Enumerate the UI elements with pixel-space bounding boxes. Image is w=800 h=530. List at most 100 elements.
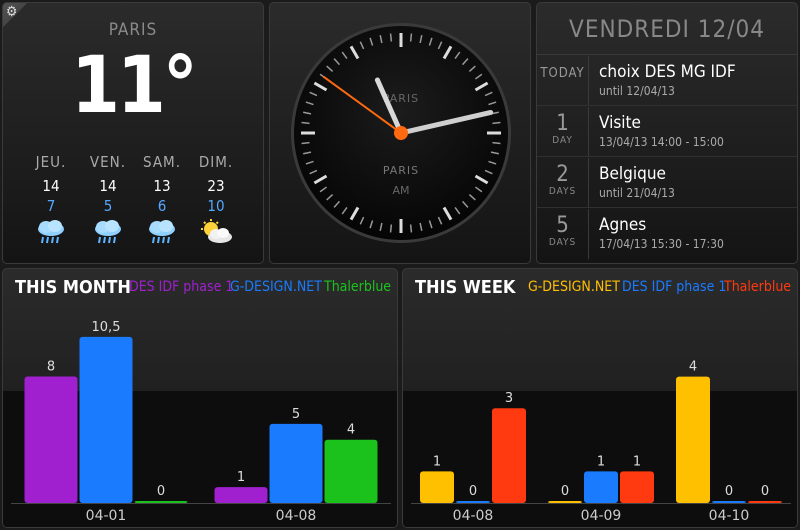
forecast-day-name: JEU. — [35, 153, 67, 171]
forecast-low: 10 — [207, 197, 225, 215]
category-label: 04-09 — [581, 508, 622, 524]
event-subtitle: until 21/04/13 — [599, 186, 675, 200]
agenda-date-header: VENDREDI 12/04 — [537, 3, 797, 55]
forecast-low: 6 — [157, 197, 167, 215]
forecast-high: 14 — [42, 177, 60, 195]
chart-bar — [420, 471, 454, 503]
event-count: 1 — [556, 111, 569, 136]
agenda-event[interactable]: 1 DAY Visite 13/04/13 14:00 - 15:00 — [537, 107, 797, 157]
forecast-high: 13 — [153, 177, 171, 195]
bar-value-label: 0 — [561, 484, 569, 499]
week-chart-header: THIS WEEK G-DESIGN.NET DES IDF phase 1 T… — [415, 277, 791, 301]
chart-bar — [269, 423, 323, 503]
chart-bar — [712, 501, 746, 503]
chart-bar — [456, 501, 490, 503]
event-title: Visite — [599, 113, 641, 133]
week-chart-panel: 1 0 3 04-08 0 1 1 04-09 4 0 0 04-10 THIS WEEK G-DES… — [402, 268, 798, 528]
chart-title: THIS WEEK — [415, 277, 516, 298]
event-count: 5 — [556, 213, 569, 238]
chart-bar — [748, 501, 782, 503]
clock-label-ampm: AM — [392, 184, 409, 197]
bar-value-label: 5 — [292, 407, 300, 422]
event-countdown: 1 DAY — [537, 107, 589, 156]
bar-value-label: 3 — [505, 391, 513, 406]
event-unit: DAYS — [548, 186, 577, 197]
rain-icon — [134, 219, 190, 244]
agenda-event[interactable]: 5 DAYS Agnes 17/04/13 15:30 - 17:30 — [537, 209, 797, 259]
agenda-event[interactable]: 2 DAYS Belgique until 21/04/13 — [537, 158, 797, 208]
chart-bar — [620, 471, 654, 503]
sun-cloud-icon — [188, 219, 244, 243]
current-temperature: 11° — [71, 41, 198, 131]
event-countdown: 2 DAYS — [537, 158, 589, 207]
rain-icon — [23, 219, 79, 244]
event-unit: DAY — [552, 135, 573, 146]
forecast-high: 23 — [207, 177, 225, 195]
clock-label-city: PARIS — [383, 164, 419, 177]
weather-city: PARIS — [108, 20, 158, 40]
chart-bar — [79, 336, 133, 503]
clock-tick — [492, 121, 501, 125]
event-subtitle: 17/04/13 15:30 - 17:30 — [599, 237, 724, 251]
bar-value-label: 1 — [633, 454, 641, 469]
bar-value-label: 4 — [347, 423, 355, 438]
legend-item: DES IDF phase 1 — [129, 279, 234, 295]
clock-tick — [409, 33, 413, 42]
event-title: choix DES MG IDF — [599, 62, 736, 82]
bar-value-label: 1 — [597, 454, 605, 469]
chart-title: THIS MONTH — [15, 277, 131, 298]
clock-tick — [301, 141, 310, 145]
event-title: Agnes — [599, 215, 647, 235]
event-unit: DAYS — [548, 237, 577, 248]
event-count: 2 — [556, 162, 569, 187]
clock-widget: PARIS PARIS AM — [269, 2, 531, 264]
agenda-event[interactable]: TODAY choix DES MG IDF until 12/04/13 — [537, 56, 797, 106]
analog-clock: PARIS PARIS AM — [291, 23, 511, 243]
chart-bar — [214, 487, 268, 503]
category-label: 04-08 — [453, 508, 494, 524]
clock-tick — [492, 141, 501, 145]
legend-item: Thalerblue — [324, 279, 392, 295]
forecast-day: VEN. 14 5 — [80, 153, 136, 244]
weather-widget: ⚙ PARIS 11° JEU. 14 7 VEN. 14 5 SAM. 13 … — [2, 2, 264, 264]
legend-item: Thalerblue — [724, 279, 792, 295]
month-chart-header: THIS MONTH DES IDF phase 1 G-DESIGN.NET … — [15, 277, 391, 301]
chart-bar — [134, 501, 188, 503]
clock-center-cap — [394, 126, 408, 140]
forecast-day-name: VEN. — [89, 153, 127, 171]
chart-bar — [24, 376, 78, 503]
chart-bar — [492, 408, 526, 503]
forecast-day-name: DIM. — [198, 153, 234, 171]
event-subtitle: 13/04/13 14:00 - 15:00 — [599, 135, 724, 149]
forecast-day: SAM. 13 6 — [134, 153, 190, 244]
week-bar-chart: 1 0 3 04-08 0 1 1 04-09 4 0 0 04-10 — [403, 360, 797, 527]
bar-value-label: 0 — [469, 484, 477, 499]
bar-value-label: 1 — [433, 454, 441, 469]
rain-icon — [80, 219, 136, 244]
event-countdown: TODAY — [537, 56, 589, 105]
agenda-widget: VENDREDI 12/04 TODAY choix DES MG IDF un… — [536, 2, 798, 264]
bar-value-label: 0 — [157, 484, 165, 499]
category-label: 04-01 — [86, 508, 127, 524]
forecast-high: 14 — [99, 177, 117, 195]
bar-value-label: 10,5 — [92, 320, 121, 335]
forecast-day: JEU. 14 7 — [23, 153, 79, 244]
chart-bar — [324, 439, 378, 503]
forecast-day: DIM. 23 10 — [188, 153, 244, 243]
chart-bar — [676, 376, 710, 503]
category-label: 04-10 — [709, 508, 750, 524]
event-subtitle: until 12/04/13 — [599, 84, 675, 98]
bar-value-label: 1 — [237, 470, 245, 485]
legend-item: G-DESIGN.NET — [230, 279, 322, 295]
forecast-day-name: SAM. — [142, 153, 181, 171]
bar-value-label: 0 — [725, 484, 733, 499]
event-countdown: 5 DAYS — [537, 209, 589, 259]
event-title: Belgique — [599, 164, 666, 184]
clock-tick — [389, 224, 393, 233]
forecast-low: 5 — [103, 197, 113, 215]
bar-value-label: 0 — [761, 484, 769, 499]
month-bar-chart: 8 10,5 0 04-01 1 5 4 04-08 — [3, 320, 397, 527]
chart-bar — [548, 501, 582, 503]
clock-tick — [389, 33, 393, 42]
clock-tick — [409, 224, 413, 233]
